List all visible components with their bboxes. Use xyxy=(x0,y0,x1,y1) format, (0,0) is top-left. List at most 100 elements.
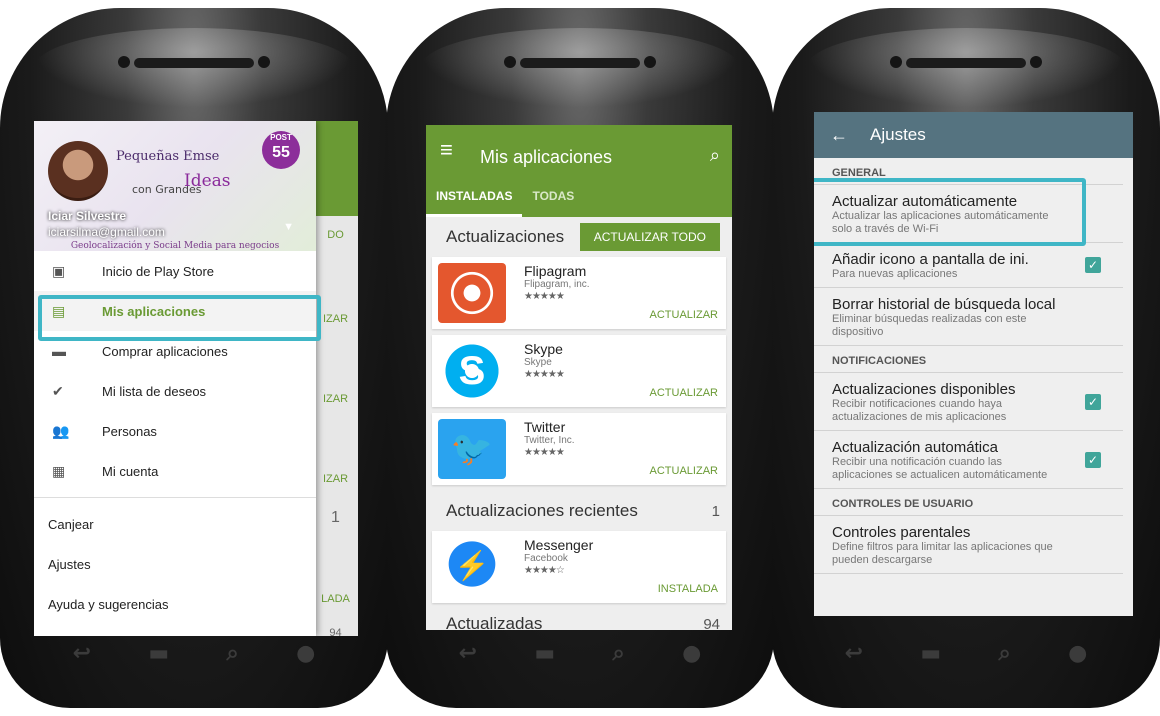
section-title: Actualizaciones xyxy=(446,227,565,246)
hardware-nav: ↩ ▬ ⌕ ● xyxy=(816,638,1116,668)
highlight-frame xyxy=(814,178,1086,246)
brand-text-3: Ideas xyxy=(184,171,231,191)
people-icon: 👥 xyxy=(52,423,70,439)
page-title: Mis aplicaciones xyxy=(480,147,613,167)
section-title: Actualizaciones recientes xyxy=(446,501,638,520)
recent-section: Actualizaciones recientes 1 xyxy=(426,491,732,531)
search-icon[interactable]: ⌕ xyxy=(226,641,238,666)
app-name: Messenger xyxy=(524,537,594,553)
home-icon[interactable]: ▬ xyxy=(534,641,555,666)
setting-title: Actualización automática xyxy=(832,439,998,456)
home-icon[interactable]: ▬ xyxy=(148,641,169,666)
checkbox-checked-icon[interactable]: ✓ xyxy=(1085,451,1101,468)
checkbox-checked-icon[interactable]: ✓ xyxy=(1085,257,1101,273)
speaker-grille xyxy=(520,58,640,68)
menu-item-wishlist[interactable]: ✔ Mi lista de deseos xyxy=(34,371,316,411)
speaker-grille xyxy=(134,58,254,68)
update-all-button[interactable]: ACTUALIZAR TODO xyxy=(579,223,720,251)
update-button[interactable]: ACTUALIZAR xyxy=(650,465,718,477)
divider xyxy=(34,497,316,498)
setting-desc: Eliminar búsquedas realizadas con este d… xyxy=(832,313,1027,338)
wishlist-icon: ✔ xyxy=(52,383,64,399)
app-rating: ★★★★★ xyxy=(524,447,565,458)
app-rating: ★★★★☆ xyxy=(524,565,565,576)
speaker-grille xyxy=(906,58,1026,68)
update-button[interactable]: ACTUALIZAR xyxy=(650,309,718,321)
setting-title: Controles parentales xyxy=(832,524,971,541)
bg-label: LADA xyxy=(321,593,350,605)
app-card-skype[interactable]: S Skype Skype ★★★★★ ACTUALIZAR xyxy=(432,335,726,407)
menu-icon[interactable]: ● xyxy=(296,641,315,666)
phone-2: ≡ Mis aplicaciones ⌕ INSTALADAS TODAS Ac… xyxy=(386,8,774,708)
app-name: Skype xyxy=(524,341,563,357)
installed-label: INSTALADA xyxy=(657,583,718,595)
user-email: iciarsilma@gmail.com xyxy=(48,225,165,239)
page-title: Ajustes xyxy=(870,125,926,144)
app-name: Flipagram xyxy=(524,263,587,279)
hardware-nav: ↩ ▬ ⌕ ● xyxy=(430,638,730,668)
app-card-messenger[interactable]: ⚡ Messenger Facebook ★★★★☆ INSTALADA xyxy=(432,531,726,603)
back-icon[interactable]: ↩ xyxy=(845,641,863,666)
camera xyxy=(258,56,270,68)
app-name: Twitter xyxy=(524,419,566,435)
setting-clear-history[interactable]: Borrar historial de búsqueda local Elimi… xyxy=(814,288,1123,346)
menu-item-play-store[interactable]: ▣ Inicio de Play Store xyxy=(34,251,316,291)
app-rating: ★★★★★ xyxy=(524,369,565,380)
search-icon[interactable]: ⌕ xyxy=(710,145,720,166)
menu-item-help[interactable]: Ayuda y sugerencias xyxy=(34,584,316,624)
menu-item-redeem[interactable]: Canjear xyxy=(34,504,316,544)
navigation-drawer: Pequeñas Emse con Grandes Ideas POST 55 I… xyxy=(34,121,316,636)
brand-text: Pequeñas Emse xyxy=(116,149,220,164)
phone-1: DO IZAR IZAR IZAR 1 LADA 94 Pequeñas Ems… xyxy=(0,8,388,708)
highlight-frame xyxy=(38,295,321,341)
camera xyxy=(644,56,656,68)
my-apps-screen: ≡ Mis aplicaciones ⌕ INSTALADAS TODAS Ac… xyxy=(426,125,732,630)
setting-title: Actualizaciones disponibles xyxy=(832,381,1016,398)
sensor xyxy=(890,56,902,68)
setting-parental-controls[interactable]: Controles parentales Define filtros para… xyxy=(814,516,1123,574)
setting-add-icon[interactable]: Añadir icono a pantalla de ini. Para nue… xyxy=(814,243,1123,288)
back-arrow-icon[interactable]: ← xyxy=(830,125,848,146)
search-icon[interactable]: ⌕ xyxy=(612,641,624,666)
play-store-icon: ▣ xyxy=(52,263,66,279)
skype-icon: S xyxy=(438,341,506,401)
app-developer: Facebook xyxy=(524,553,568,564)
play-store-drawer-screen: DO IZAR IZAR IZAR 1 LADA 94 Pequeñas Ems… xyxy=(34,121,358,636)
setting-desc: Recibir notificaciones cuando haya actua… xyxy=(832,398,1007,423)
phone-3: ← Ajustes GENERAL Actualizar automáticam… xyxy=(772,8,1160,708)
banner-text: Geolocalización y Social Media para nego… xyxy=(70,241,280,251)
post-badge: POST 55 xyxy=(262,131,300,169)
hamburger-icon[interactable]: ≡ xyxy=(440,137,453,163)
camera xyxy=(1030,56,1042,68)
account-dropdown-icon[interactable]: ▼ xyxy=(283,221,294,233)
app-developer: Flipagram, inc. xyxy=(524,279,590,290)
hardware-nav: ↩ ▬ ⌕ ● xyxy=(44,638,344,668)
setting-desc: Define filtros para limitar las aplicaci… xyxy=(832,541,1053,566)
menu-item-people[interactable]: 👥 Personas xyxy=(34,411,316,451)
account-icon: ▦ xyxy=(52,463,66,479)
home-icon[interactable]: ▬ xyxy=(920,641,941,666)
update-button[interactable]: ACTUALIZAR xyxy=(650,387,718,399)
menu-item-settings[interactable]: Ajustes xyxy=(34,544,316,584)
app-card-flipagram[interactable]: Flipagram Flipagram, inc. ★★★★★ ACTUALIZ… xyxy=(432,257,726,329)
setting-updates-available[interactable]: Actualizaciones disponibles Recibir noti… xyxy=(814,373,1123,431)
menu-icon[interactable]: ● xyxy=(682,641,701,666)
tab-installed[interactable]: INSTALADAS xyxy=(426,189,523,217)
section-user-controls: CONTROLES DE USUARIO xyxy=(814,489,1123,516)
setting-desc: Recibir una notificación cuando las apli… xyxy=(832,456,1048,481)
search-icon[interactable]: ⌕ xyxy=(998,641,1010,666)
tab-all[interactable]: TODAS xyxy=(522,189,584,217)
settings-app-bar: ← Ajustes xyxy=(814,112,1133,158)
bg-label: DO xyxy=(327,229,344,241)
back-icon[interactable]: ↩ xyxy=(73,641,91,666)
sensor xyxy=(118,56,130,68)
menu-item-account[interactable]: ▦ Mi cuenta xyxy=(34,451,316,491)
app-card-twitter[interactable]: 🐦 Twitter Twitter, Inc. ★★★★★ ACTUALIZAR xyxy=(432,413,726,485)
menu-icon[interactable]: ● xyxy=(1068,641,1087,666)
avatar[interactable] xyxy=(48,141,108,201)
profile-header[interactable]: Pequeñas Emse con Grandes Ideas POST 55 I… xyxy=(34,121,316,251)
back-icon[interactable]: ↩ xyxy=(459,641,477,666)
section-count: 1 xyxy=(711,502,720,520)
checkbox-checked-icon[interactable]: ✓ xyxy=(1085,393,1101,410)
setting-automatic-update-notif[interactable]: Actualización automática Recibir una not… xyxy=(814,431,1123,489)
